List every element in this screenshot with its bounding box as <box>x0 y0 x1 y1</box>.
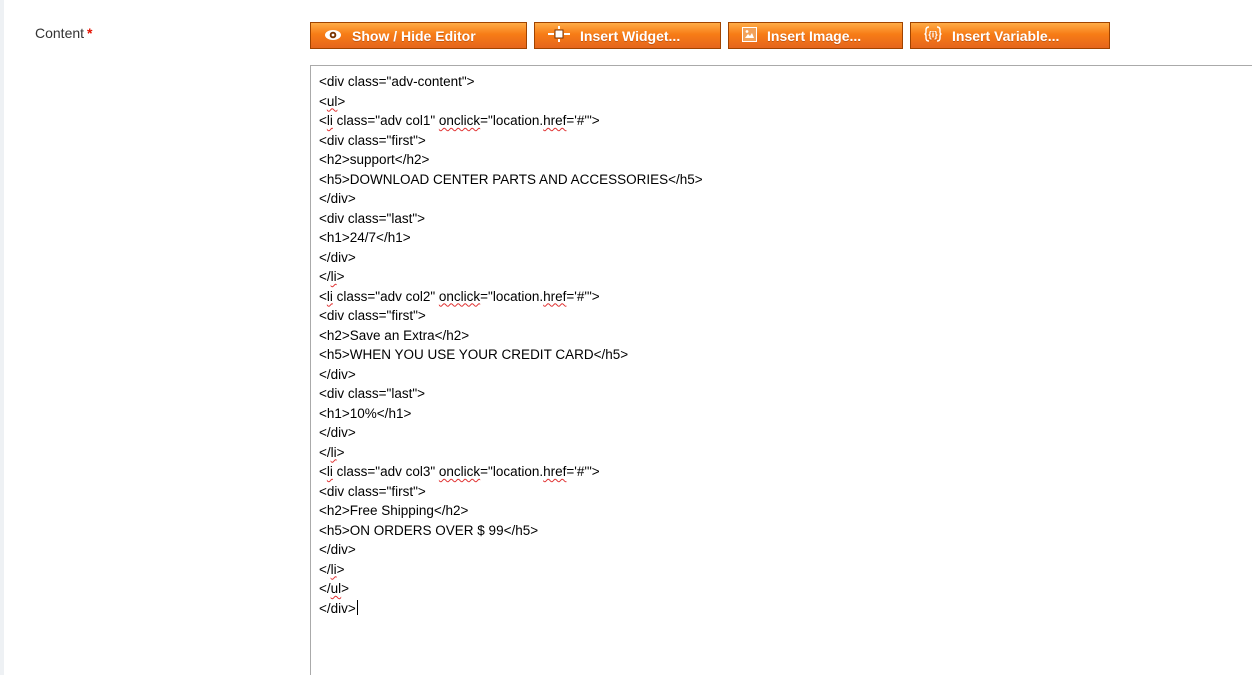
required-asterisk: * <box>87 25 93 41</box>
svg-text:{i}: {i} <box>928 30 938 40</box>
code-text: <h1>10%</h1> <box>319 405 412 421</box>
spellcheck-flagged-word: href <box>543 288 567 304</box>
variable-icon: {i} <box>924 26 942 45</box>
code-line: </li> <box>319 560 1252 580</box>
code-text: <h5>DOWNLOAD CENTER PARTS AND ACCESSORIE… <box>319 171 703 187</box>
code-line: <h2>Save an Extra</h2> <box>319 326 1252 346</box>
code-text: <h1>24/7</h1> <box>319 230 411 245</box>
code-text: </ <box>319 581 331 596</box>
code-text: > <box>336 444 345 460</box>
code-text: ='#'"> <box>566 113 600 128</box>
eye-icon <box>324 28 342 44</box>
code-text: class="adv col2" <box>332 288 439 304</box>
show-hide-editor-label: Show / Hide Editor <box>352 27 476 44</box>
code-line: <div class="last"> <box>319 384 1252 404</box>
code-text: </div> <box>319 425 356 440</box>
code-line: <div class="first"> <box>319 306 1252 326</box>
code-line: <h2>support</h2> <box>319 150 1252 170</box>
code-text: > <box>337 93 346 109</box>
content-textarea[interactable]: <div class="adv-content"> <ul> <li class="… <box>310 65 1252 675</box>
insert-widget-button[interactable]: Insert Widget... <box>534 22 721 49</box>
code-text: ="location. <box>480 113 544 128</box>
code-text: </div> <box>319 366 356 382</box>
insert-variable-button[interactable]: {i} Insert Variable... <box>910 22 1110 49</box>
code-text: </div> <box>319 600 356 616</box>
code-text: < <box>319 464 327 479</box>
spellcheck-flagged-word: ul <box>330 581 342 596</box>
code-text: <h2>Free Shipping</h2> <box>319 503 469 518</box>
code-line: <h1>24/7</h1> <box>319 228 1252 248</box>
code-text: class="adv col1" <box>332 113 439 128</box>
code-text: <div class="last"> <box>319 210 426 226</box>
code-line: <li class="adv col2" onclick="location.h… <box>319 287 1252 307</box>
spellcheck-flagged-word: href <box>543 464 567 479</box>
code-line: <div class="first"> <box>319 482 1252 502</box>
code-text: > <box>336 269 345 284</box>
code-text: <div class="first"> <box>319 308 426 323</box>
show-hide-editor-button[interactable]: Show / Hide Editor <box>310 22 527 49</box>
code-line: </ul> <box>319 579 1252 599</box>
spellcheck-flagged-word: onclick <box>438 464 481 479</box>
code-text: <div class="first"> <box>319 132 426 148</box>
code-line: </div> <box>319 423 1252 443</box>
insert-image-button[interactable]: Insert Image... <box>728 22 903 49</box>
code-line: <div class="first"> <box>319 131 1252 151</box>
text-caret <box>356 599 358 615</box>
code-text: </ <box>319 444 331 460</box>
code-text: < <box>319 93 327 109</box>
content-field-label: Content * <box>35 25 93 41</box>
spellcheck-flagged-word: onclick <box>438 288 481 304</box>
code-line: <li class="adv col3" onclick="location.h… <box>319 462 1252 482</box>
code-text: ="location. <box>480 288 544 304</box>
code-text: <h2>Save an Extra</h2> <box>319 327 470 343</box>
code-line: </div> <box>319 599 1252 619</box>
code-text: </div> <box>319 191 356 206</box>
left-border-strip <box>0 0 4 675</box>
insert-variable-label: Insert Variable... <box>952 27 1060 44</box>
code-line: <div class="adv-content"> <box>319 72 1252 92</box>
code-text: ='#'"> <box>566 464 600 479</box>
image-icon <box>742 26 757 45</box>
insert-image-label: Insert Image... <box>767 27 862 44</box>
code-text: ="location. <box>480 464 544 479</box>
code-line: </li> <box>319 267 1252 287</box>
spellcheck-flagged-word: ul <box>326 93 338 109</box>
code-line: </li> <box>319 443 1252 463</box>
spellcheck-flagged-word: onclick <box>438 113 481 128</box>
code-line: </div> <box>319 248 1252 268</box>
editor-toolbar: Show / Hide Editor Insert Widget... Inse… <box>310 22 1110 51</box>
code-text: < <box>319 288 327 304</box>
code-text: <h2>support</h2> <box>319 152 430 167</box>
content-label-text: Content <box>35 25 85 41</box>
code-text: <h5>WHEN YOU USE YOUR CREDIT CARD</h5> <box>319 347 629 362</box>
code-line: </div> <box>319 189 1252 209</box>
code-text: <div class="adv-content"> <box>319 74 475 89</box>
code-text: <div class="last"> <box>319 386 426 401</box>
code-line: <h2>Free Shipping</h2> <box>319 501 1252 521</box>
code-line: </div> <box>319 365 1252 385</box>
code-line: <h1>10%</h1> <box>319 404 1252 424</box>
code-text: < <box>319 113 327 128</box>
code-line: <h5>DOWNLOAD CENTER PARTS AND ACCESSORIE… <box>319 170 1252 190</box>
spellcheck-flagged-word: href <box>543 113 567 128</box>
code-text: <div class="first"> <box>319 483 426 499</box>
code-text: <h5>ON ORDERS OVER $ 99</h5> <box>319 522 539 538</box>
code-text: </div> <box>319 542 356 557</box>
code-text: </div> <box>319 249 356 265</box>
code-text: > <box>341 581 350 596</box>
code-line: <li class="adv col1" onclick="location.h… <box>319 111 1252 131</box>
code-text: </ <box>319 269 331 284</box>
code-line: <div class="last"> <box>319 209 1252 229</box>
code-text: class="adv col3" <box>332 464 439 479</box>
widget-icon <box>548 26 570 45</box>
code-line: <h5>WHEN YOU USE YOUR CREDIT CARD</h5> <box>319 345 1252 365</box>
code-text: </ <box>319 561 331 577</box>
insert-widget-label: Insert Widget... <box>580 27 681 44</box>
code-line: <ul> <box>319 92 1252 112</box>
code-text: > <box>336 561 345 577</box>
code-line: </div> <box>319 540 1252 560</box>
code-text: ='#'"> <box>566 288 600 304</box>
code-line: <h5>ON ORDERS OVER $ 99</h5> <box>319 521 1252 541</box>
content-field-page: Content * Show / Hide Editor Insert Widg… <box>0 0 1252 675</box>
